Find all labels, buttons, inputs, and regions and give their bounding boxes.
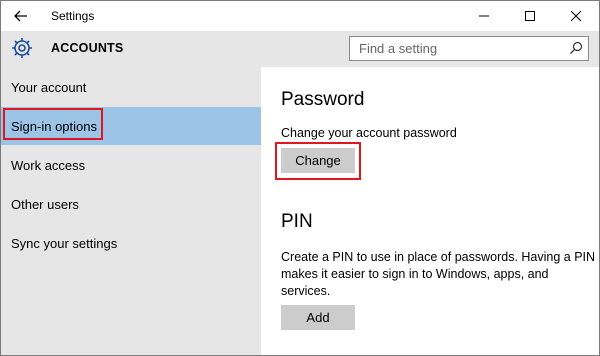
sidebar: Your account Sign-in options Work access…: [1, 67, 261, 355]
change-password-button[interactable]: Change: [281, 148, 355, 173]
sidebar-item-label: Sync your settings: [11, 235, 118, 251]
password-heading: Password: [281, 89, 365, 110]
maximize-icon: [525, 11, 535, 21]
sidebar-item-your-account[interactable]: Your account: [1, 68, 261, 106]
search-input[interactable]: [350, 37, 562, 60]
back-arrow-icon: [14, 10, 27, 22]
settings-window: Settings ACCOUNTS Yo: [0, 0, 600, 356]
settings-header: ACCOUNTS: [1, 31, 599, 67]
window-title: Settings: [51, 9, 95, 23]
sidebar-item-label: Your account: [11, 79, 87, 95]
sidebar-item-work-access[interactable]: Work access: [1, 146, 261, 184]
sidebar-item-label: Work access: [11, 157, 86, 173]
page-title: ACCOUNTS: [51, 41, 124, 55]
sidebar-item-other-users[interactable]: Other users: [1, 185, 261, 223]
minimize-icon: [479, 15, 489, 17]
gear-icon: [12, 38, 32, 58]
sidebar-item-label: Other users: [11, 196, 79, 212]
search-icon[interactable]: [569, 41, 583, 55]
highlight-box: [3, 108, 103, 140]
maximize-button[interactable]: [507, 1, 553, 31]
close-button[interactable]: [553, 1, 599, 31]
title-bar: Settings: [1, 1, 599, 31]
close-icon: [571, 11, 581, 21]
add-pin-button[interactable]: Add: [281, 305, 355, 330]
sidebar-item-sync-settings[interactable]: Sync your settings: [1, 224, 261, 262]
back-button[interactable]: [5, 3, 37, 29]
pin-heading: PIN: [281, 211, 313, 232]
search-box[interactable]: [349, 36, 589, 61]
password-description: Change your account password: [281, 126, 457, 140]
pin-description: Create a PIN to use in place of password…: [281, 250, 596, 298]
main-content: Password Change your account password Ch…: [261, 67, 599, 355]
minimize-button[interactable]: [461, 1, 507, 31]
sidebar-item-sign-in-options[interactable]: Sign-in options: [1, 107, 261, 145]
